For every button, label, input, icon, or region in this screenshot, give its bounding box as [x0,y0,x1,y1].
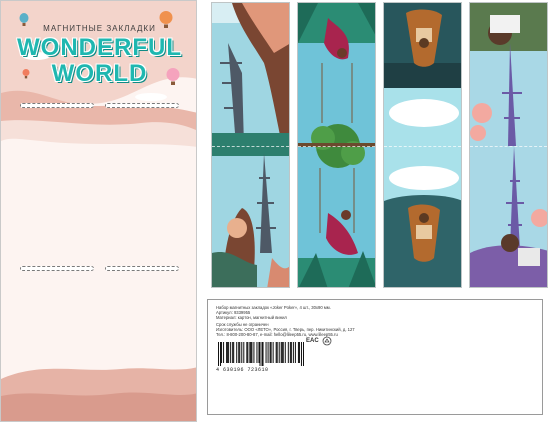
barcode-bar [292,342,294,363]
barcode-bar [284,342,286,363]
magnet-slot [20,266,94,271]
barcode-bar [302,342,304,366]
barcode-bar [241,342,243,363]
barcode-bar [262,342,264,366]
barcode-bar [276,342,278,363]
barcode-bar [256,342,258,363]
barcode-bar [297,342,299,363]
barcode-bar [272,342,274,363]
barcode-bar [289,342,291,363]
label-material: Материал: картон, магнитный винил [216,315,287,320]
barcode-bar [280,342,282,363]
card-title-line1: WONDERFUL [17,34,182,61]
barcode-bar [239,342,241,363]
barcode-bar [269,342,271,363]
magnet-slot [20,103,94,108]
barcode-bar [275,342,277,363]
bookmark-card: МАГНИТНЫЕ ЗАКЛАДКИ WONDERFUL WORLD [0,0,197,422]
bookmark-couple-picnic-eiffel-tower [469,2,548,288]
barcode-bar [290,342,292,363]
barcode-bar [227,342,229,363]
barcode-bar [221,342,223,363]
barcode-bar [228,342,230,363]
barcode-bar [281,342,283,363]
barcode-bar [258,342,260,363]
barcode-bar [261,342,263,366]
barcode-bar [287,342,289,363]
barcode-bar [267,342,269,363]
barcode-bar [236,342,238,363]
magnet-slot [105,266,179,271]
barcode-bar [233,342,235,363]
barcode-bar [282,342,284,363]
barcode-bar [226,342,228,363]
bookmark-rowing-boat-lake [383,2,462,288]
barcode-bar [250,342,252,363]
barcode-bar [246,342,248,363]
barcode-bar [230,342,232,363]
bookmark-woman-on-swing [297,2,376,288]
barcode-bar [278,342,280,363]
barcode-bar [298,342,300,363]
barcode-number: 4 630196 723610 [216,367,269,373]
barcode-bar [238,342,240,363]
barcode [218,342,304,366]
barcode-bar [220,342,222,366]
barcode-bar [265,342,267,363]
label-contacts: Тел.: 8-800-200-80-87, e-mail: hello@lil… [216,332,338,337]
barcode-bar [223,342,225,363]
barcode-bar [251,342,253,363]
barcode-bar [249,342,251,363]
barcode-bar [300,342,302,366]
card-subtitle: МАГНИТНЫЕ ЗАКЛАДКИ [43,24,156,33]
bookmark-woman-eiffel-tower [211,2,290,288]
card-title-line2: WORLD [51,60,148,87]
barcode-bar [218,342,220,366]
eac-certification-mark: EAC [306,338,319,344]
barcode-bar [294,342,296,363]
barcode-bar [232,342,234,363]
barcode-bar [253,342,255,363]
barcode-bar [259,342,261,366]
barcode-bar [243,342,245,363]
barcode-bar [247,342,249,363]
magnet-slot [105,103,179,108]
recycle-icon [322,336,332,346]
product-label: Набор магнитных закладок «Joker Poker», … [207,299,543,415]
barcode-bar [270,342,272,363]
